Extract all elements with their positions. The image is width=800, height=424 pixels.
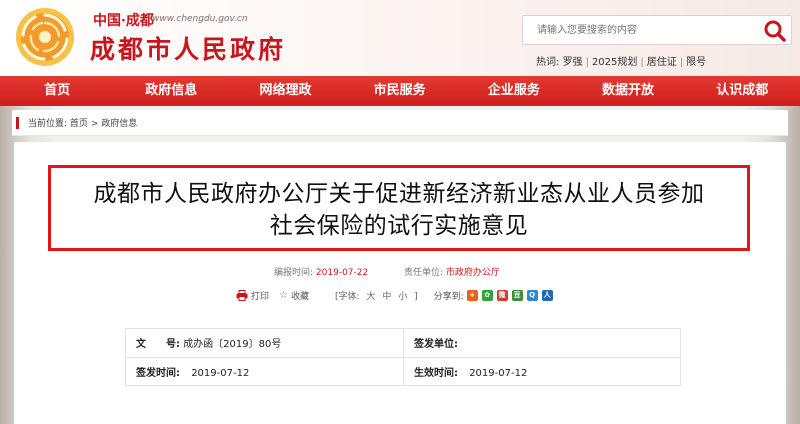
unit-label: 责任单位: <box>403 268 444 278</box>
main-nav: 首页 政府信息 网络理政 市民服务 企业服务 数据开放 认识成都 <box>0 76 800 106</box>
hot-word-link[interactable]: 罗强 <box>563 57 583 68</box>
font-size-medium[interactable]: 中 <box>382 292 391 302</box>
hot-word-link[interactable]: 居住证 <box>647 57 677 68</box>
article-meta: 编报时间: 2019-07-22 责任单位: 市政府办公厅 <box>274 265 500 278</box>
article-title-box: 成都市人民政府办公厅关于促进新经济新业态从业人员参加 社会保险的试行实施意见 <box>48 165 750 251</box>
font-size-selector: [字体: 大 中 小 ] <box>335 289 420 302</box>
favorite-button[interactable]: ☆ 收藏 <box>279 289 309 302</box>
printer-icon <box>236 289 248 301</box>
search-button[interactable] <box>763 19 787 43</box>
nav-item-citizen-services[interactable]: 市民服务 <box>343 76 457 106</box>
share-weibo-icon[interactable]: 微 <box>496 289 508 301</box>
share-plus-icon[interactable]: + <box>466 289 478 301</box>
nav-item-gov-info[interactable]: 政府信息 <box>114 76 228 106</box>
publish-date-label: 编报时间: <box>274 268 314 278</box>
table-row: 签发时间: 2019-07-12 生效时间: 2019-07-12 <box>125 356 681 386</box>
article-tools: 打印 ☆ 收藏 [字体: 大 中 小 ] 分享到: + ✿ 微 豆 Q 人 <box>236 288 557 302</box>
article-title-line: 社会保险的试行实施意见 <box>269 213 529 239</box>
issuer-cell: 签发单位: <box>403 328 681 358</box>
search-icon <box>764 20 786 42</box>
issue-date-cell: 签发时间: 2019-07-12 <box>125 356 404 386</box>
font-size-small[interactable]: 小 <box>398 292 407 302</box>
article-panel: 成都市人民政府办公厅关于促进新经济新业态从业人员参加 社会保险的试行实施意见 编… <box>14 142 786 424</box>
doc-number-value: 成办函〔2019〕80号 <box>183 339 282 351</box>
document-info-table: 文 号: 成办函〔2019〕80号 签发单位: 签发时间: 2019-07-12… <box>125 328 681 386</box>
breadcrumb-link-home[interactable]: 首页 <box>70 119 88 129</box>
chengdu-logo-icon[interactable] <box>14 6 76 68</box>
font-size-close: ] <box>414 291 418 302</box>
issue-date-label: 签发时间: <box>136 367 180 379</box>
share-renren-icon[interactable]: 人 <box>541 289 553 301</box>
issue-date-value: 2019-07-12 <box>191 367 250 379</box>
print-label: 打印 <box>251 291 270 302</box>
nav-item-business-services[interactable]: 企业服务 <box>457 76 571 106</box>
hot-word-link[interactable]: 2025规划 <box>592 57 637 68</box>
article-title: 成都市人民政府办公厅关于促进新经济新业态从业人员参加 社会保险的试行实施意见 <box>51 178 747 242</box>
breadcrumb-marker <box>16 117 19 129</box>
star-icon: ☆ <box>279 289 288 301</box>
doc-number-cell: 文 号: 成办函〔2019〕80号 <box>125 328 404 358</box>
effective-date-cell: 生效时间: 2019-07-12 <box>403 356 681 386</box>
doc-number-label: 文 号: <box>136 339 180 351</box>
font-size-large[interactable]: 大 <box>366 292 375 302</box>
breadcrumb-link-gov-info[interactable]: 政府信息 <box>101 119 137 129</box>
separator: | <box>679 57 684 68</box>
table-row: 文 号: 成办函〔2019〕80号 签发单位: <box>125 328 681 358</box>
hot-words-label: 热词: <box>536 57 560 68</box>
nav-item-home[interactable]: 首页 <box>0 76 114 106</box>
nav-item-online-governance[interactable]: 网络理政 <box>228 76 342 106</box>
favorite-label: 收藏 <box>290 291 309 302</box>
separator: | <box>640 57 644 68</box>
share-wechat-icon[interactable]: ✿ <box>481 289 493 301</box>
unit-value: 市政府办公厅 <box>445 268 500 278</box>
brand-domain[interactable]: www.chengdu.gov.cn <box>152 14 248 24</box>
nav-item-about-chengdu[interactable]: 认识成都 <box>685 76 799 106</box>
print-button[interactable]: 打印 <box>236 289 269 302</box>
font-size-label: [字体: <box>335 291 360 302</box>
site-title[interactable]: 成都市人民政府 <box>90 30 286 66</box>
effective-date-value: 2019-07-12 <box>469 367 528 379</box>
breadcrumb: 当前位置: 首页 > 政府信息 <box>28 116 137 129</box>
share-label: 分享到: <box>433 291 464 302</box>
breadcrumb-label: 当前位置: <box>28 119 68 129</box>
search-input[interactable] <box>523 16 753 44</box>
share-qzone-icon[interactable]: Q <box>526 289 538 301</box>
breadcrumb-separator: > <box>90 119 99 129</box>
hot-words: 热词: 罗强 | 2025规划 | 居住证 | 限号 <box>536 53 706 68</box>
publish-date: 2019-07-22 <box>315 268 369 278</box>
breadcrumb-bar: 当前位置: 首页 > 政府信息 <box>12 110 788 136</box>
hot-word-link[interactable]: 限号 <box>686 57 706 68</box>
effective-date-label: 生效时间: <box>414 367 458 379</box>
nav-item-open-data[interactable]: 数据开放 <box>571 76 685 106</box>
separator: | <box>585 57 589 68</box>
site-header: 中国·成都 www.chengdu.gov.cn 成都市人民政府 热词: 罗强|… <box>0 0 800 76</box>
search-box <box>522 15 792 45</box>
share-douban-icon[interactable]: 豆 <box>511 289 523 301</box>
article-title-line: 成都市人民政府办公厅关于促进新经济新业态从业人员参加 <box>93 181 705 207</box>
brand-small-title: 中国·成都 <box>93 13 154 29</box>
issuer-label: 签发单位: <box>414 339 458 351</box>
